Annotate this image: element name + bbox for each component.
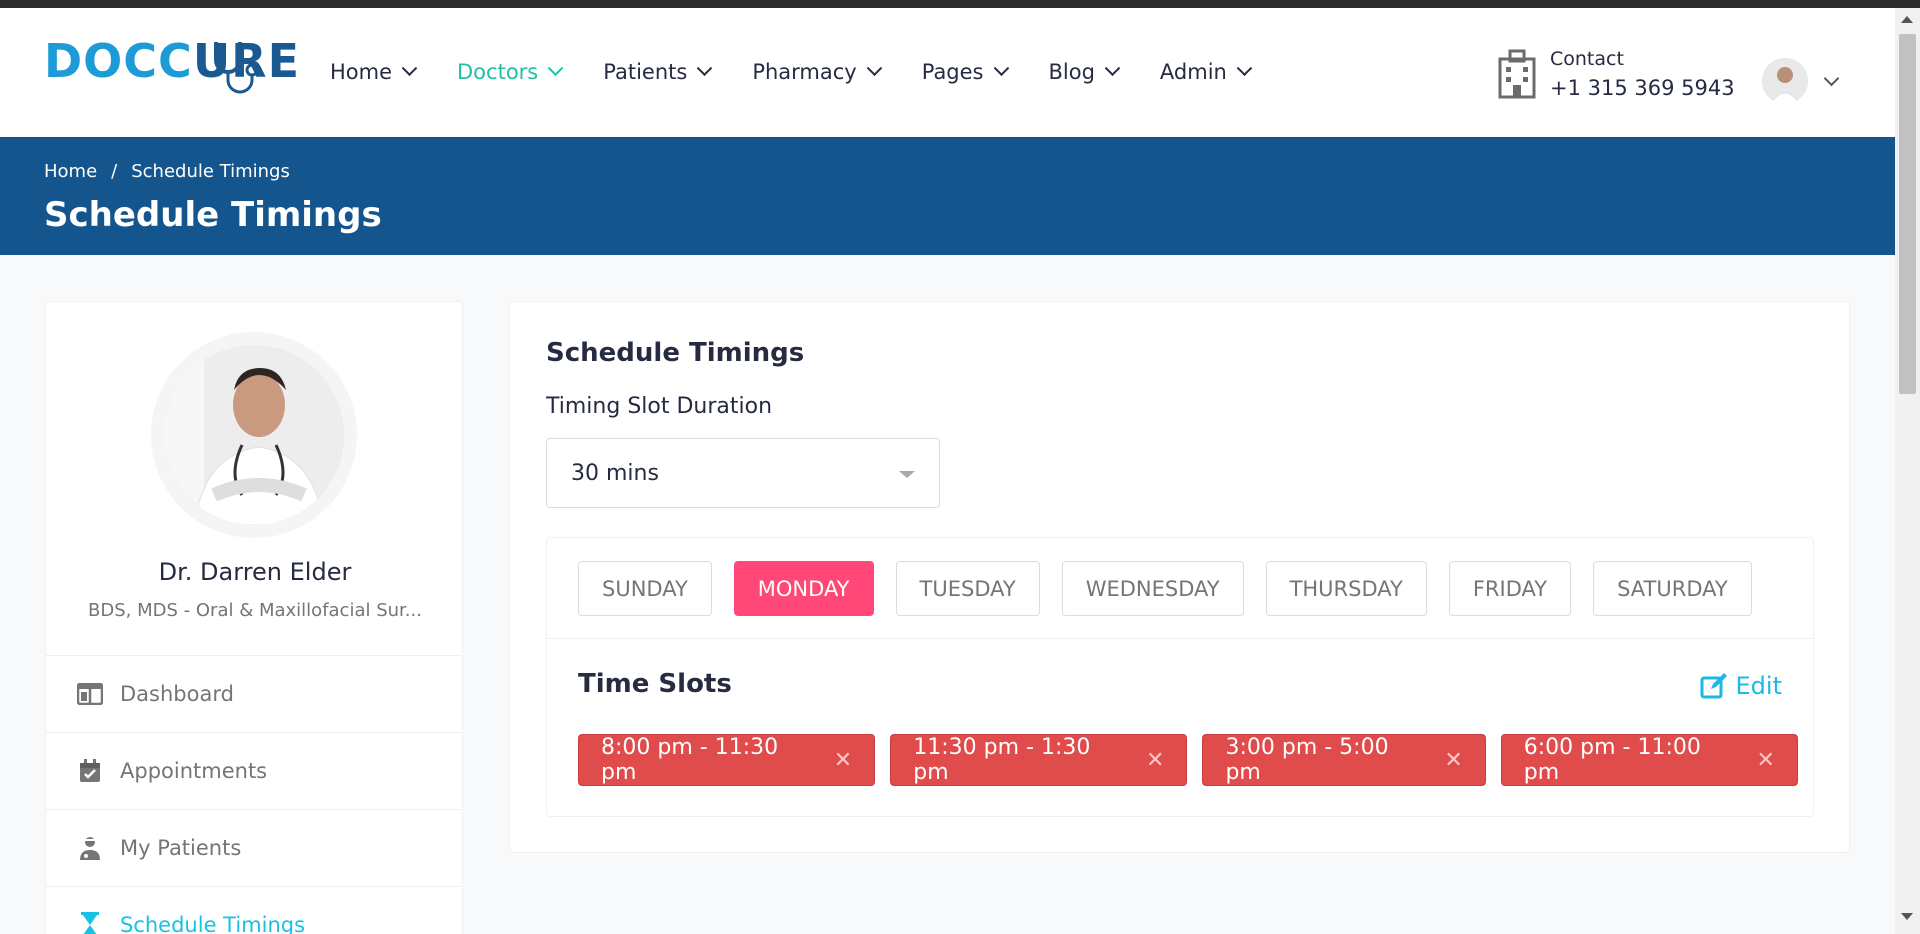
doctor-name: Dr. Darren Elder bbox=[158, 558, 352, 586]
header-contact: Contact +1 315 369 5943 bbox=[1496, 48, 1735, 100]
profile-sidebar: Dr. Darren Elder BDS, MDS - Oral & Maxil… bbox=[45, 301, 463, 934]
tab-tuesday[interactable]: TUESDAY bbox=[895, 561, 1040, 616]
time-slot: 3:00 pm - 5:00 pm ✕ bbox=[1202, 734, 1486, 786]
tab-wednesday[interactable]: WEDNESDAY bbox=[1061, 561, 1244, 616]
sidebar-item-schedule-timings[interactable]: Schedule Timings bbox=[46, 886, 462, 934]
schedule-widget: SUNDAY MONDAY TUESDAY WEDNESDAY THURSDAY… bbox=[546, 537, 1814, 817]
scroll-thumb[interactable] bbox=[1899, 34, 1916, 394]
sidebar-item-label: Dashboard bbox=[120, 682, 234, 706]
contact-phone[interactable]: +1 315 369 5943 bbox=[1550, 76, 1735, 100]
avatar[interactable] bbox=[1762, 58, 1808, 104]
breadcrumb: Home / Schedule Timings bbox=[44, 161, 290, 182]
calendar-check-icon bbox=[76, 757, 104, 785]
close-icon[interactable]: ✕ bbox=[1757, 748, 1775, 773]
chevron-down-icon bbox=[697, 59, 713, 76]
chevron-down-icon bbox=[993, 59, 1009, 76]
close-icon[interactable]: ✕ bbox=[1444, 748, 1462, 773]
scroll-down-arrow-icon[interactable] bbox=[1901, 913, 1913, 920]
scroll-up-arrow-icon[interactable] bbox=[1901, 16, 1913, 23]
tab-sunday[interactable]: SUNDAY bbox=[578, 561, 712, 616]
schedule-card: Schedule Timings Timing Slot Duration 30… bbox=[509, 301, 1850, 853]
tab-thursday[interactable]: THURSDAY bbox=[1265, 561, 1427, 616]
slot-duration-label: Timing Slot Duration bbox=[546, 394, 773, 419]
edit-icon bbox=[1700, 673, 1727, 699]
tab-friday[interactable]: FRIDAY bbox=[1448, 561, 1572, 616]
doctor-specialty: BDS, MDS - Oral & Maxillofacial Sur... bbox=[88, 600, 422, 621]
time-slot: 11:30 pm - 1:30 pm ✕ bbox=[890, 734, 1188, 786]
nav-patients[interactable]: Patients bbox=[603, 59, 713, 84]
day-tabs: SUNDAY MONDAY TUESDAY WEDNESDAY THURSDAY… bbox=[578, 561, 1774, 616]
hospital-building-icon bbox=[1498, 49, 1536, 99]
caret-down-icon bbox=[899, 471, 915, 478]
breadcrumb-home[interactable]: Home bbox=[44, 161, 97, 182]
contact-label: Contact bbox=[1550, 48, 1624, 70]
nav-home[interactable]: Home bbox=[330, 59, 418, 84]
page-scrollbar[interactable] bbox=[1895, 8, 1920, 934]
dashboard-menu: Dashboard Appointments My Patients Sched… bbox=[46, 655, 462, 934]
divider bbox=[547, 638, 1813, 639]
edit-button[interactable]: Edit bbox=[1700, 672, 1782, 700]
user-menu[interactable] bbox=[1762, 58, 1840, 104]
breadcrumb-current: Schedule Timings bbox=[131, 161, 290, 182]
close-icon[interactable]: ✕ bbox=[834, 748, 852, 773]
chevron-down-icon bbox=[1236, 59, 1253, 76]
time-slot: 8:00 pm - 11:30 pm ✕ bbox=[578, 734, 876, 786]
time-slot: 6:00 pm - 11:00 pm ✕ bbox=[1500, 734, 1798, 786]
chevron-down-icon bbox=[1823, 70, 1840, 86]
doctor-portrait-icon bbox=[164, 345, 344, 525]
close-icon[interactable]: ✕ bbox=[1146, 748, 1164, 773]
columns-icon bbox=[76, 680, 104, 708]
sidebar-item-dashboard[interactable]: Dashboard bbox=[46, 655, 462, 732]
breadcrumb-banner: Home / Schedule Timings Schedule Timings bbox=[0, 137, 1895, 255]
nav-blog[interactable]: Blog bbox=[1049, 59, 1121, 84]
chevron-down-icon bbox=[1104, 59, 1121, 76]
nav-pharmacy[interactable]: Pharmacy bbox=[752, 59, 882, 84]
tab-saturday[interactable]: SATURDAY bbox=[1593, 561, 1752, 616]
page-title: Schedule Timings bbox=[44, 195, 382, 235]
chevron-down-icon bbox=[866, 59, 882, 76]
stethoscope-icon bbox=[214, 42, 259, 94]
hourglass-icon bbox=[76, 911, 104, 934]
sidebar-item-label: Appointments bbox=[120, 759, 268, 783]
nav-doctors[interactable]: Doctors bbox=[457, 59, 564, 84]
window-top-edge bbox=[0, 0, 1920, 8]
slot-duration-select[interactable]: 30 mins bbox=[546, 438, 940, 508]
sidebar-item-label: Schedule Timings bbox=[120, 913, 306, 934]
main-nav: Home Doctors Patients Pharmacy Pages Blo… bbox=[330, 59, 1292, 84]
sidebar-item-appointments[interactable]: Appointments bbox=[46, 732, 462, 809]
doctor-avatar-icon bbox=[1762, 58, 1808, 104]
profile-photo-frame bbox=[151, 332, 357, 538]
tab-monday[interactable]: MONDAY bbox=[733, 561, 874, 616]
sidebar-item-label: My Patients bbox=[120, 836, 242, 860]
profile-photo bbox=[164, 345, 344, 525]
edit-label: Edit bbox=[1735, 672, 1782, 700]
breadcrumb-separator: / bbox=[111, 161, 118, 182]
user-injured-icon bbox=[76, 834, 104, 862]
card-title: Schedule Timings bbox=[546, 338, 805, 368]
nav-pages[interactable]: Pages bbox=[922, 59, 1009, 84]
time-slot-list: 8:00 pm - 11:30 pm ✕ 11:30 pm - 1:30 pm ✕ … bbox=[578, 734, 1813, 786]
logo[interactable]: DOCCURE bbox=[44, 38, 300, 94]
slot-duration-value: 30 mins bbox=[571, 460, 659, 486]
nav-admin[interactable]: Admin bbox=[1160, 59, 1253, 84]
site-header: DOCCURE Home Doctors Patients Pharmacy P… bbox=[0, 8, 1895, 137]
sidebar-item-my-patients[interactable]: My Patients bbox=[46, 809, 462, 886]
chevron-down-icon bbox=[401, 59, 418, 76]
time-slots-title: Time Slots bbox=[578, 669, 732, 699]
chevron-down-icon bbox=[547, 59, 564, 76]
